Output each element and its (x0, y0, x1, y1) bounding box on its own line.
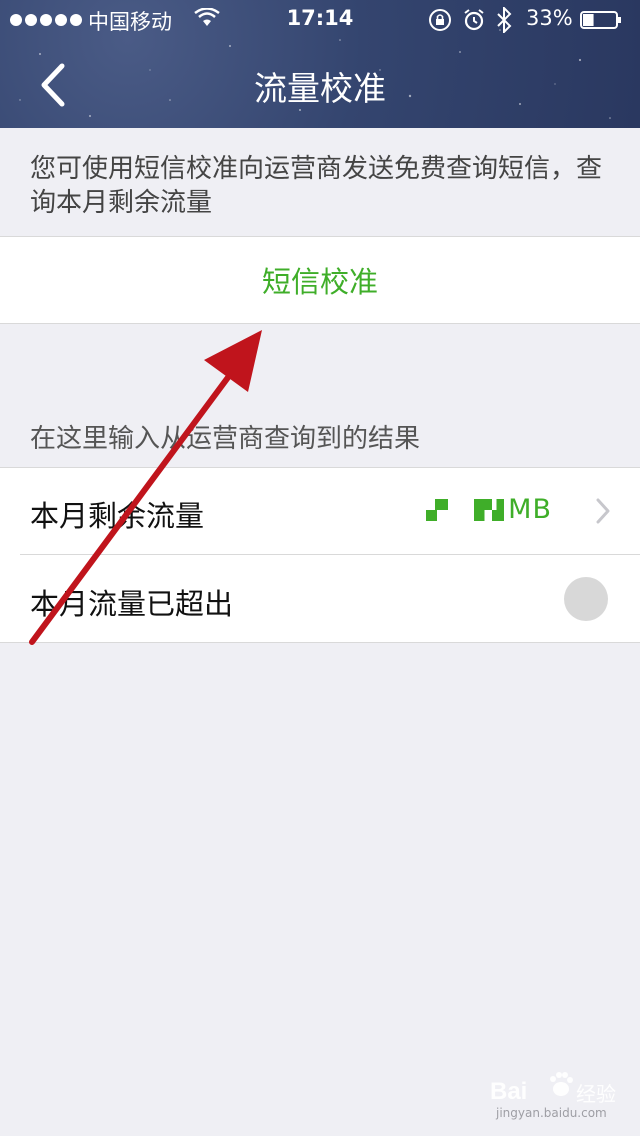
obscured-value-mask (474, 498, 505, 521)
traffic-exceeded-row: 本月流量已超出 (0, 556, 640, 642)
page-title: 流量校准 (254, 69, 386, 108)
remaining-traffic-label: 本月剩余流量 (30, 499, 205, 533)
traffic-settings-list: 本月剩余流量 MB 本月流量已超出 (0, 467, 640, 643)
row-divider (20, 554, 640, 555)
battery-percentage: 33% (526, 6, 573, 30)
traffic-exceeded-label: 本月流量已超出 (30, 587, 234, 621)
battery-icon (580, 11, 621, 29)
watermark-name: 经验 (576, 1082, 616, 1106)
watermark-url: jingyan.baidu.com (496, 1106, 607, 1120)
value-unit: MB (508, 494, 552, 525)
section-caption: 在这里输入从运营商查询到的结果 (30, 424, 421, 454)
obscured-value-mask (426, 498, 449, 521)
sms-calibrate-label: 短信校准 (261, 265, 378, 299)
paw-icon (550, 1072, 573, 1096)
sms-calibrate-button[interactable]: 短信校准 (0, 236, 640, 324)
chevron-right-icon (596, 498, 610, 524)
navigation-header: 中国移动 17:14 33% 流量校准 (0, 0, 640, 128)
bluetooth-icon (497, 7, 512, 33)
baidu-jingyan-watermark: Bai 经验 jingyan.baidu.com (490, 1064, 620, 1126)
status-bar: 中国移动 17:14 33% (0, 0, 640, 40)
rotation-lock-icon (429, 9, 451, 31)
intro-description: 您可使用短信校准向运营商发送免费查询短信，查询本月剩余流量 (30, 154, 603, 218)
alarm-icon (464, 9, 484, 31)
traffic-exceeded-toggle[interactable] (564, 577, 608, 621)
remaining-traffic-row[interactable]: 本月剩余流量 MB (0, 468, 640, 555)
remaining-traffic-value: MB (426, 494, 552, 525)
watermark-brand: Bai (490, 1078, 528, 1105)
